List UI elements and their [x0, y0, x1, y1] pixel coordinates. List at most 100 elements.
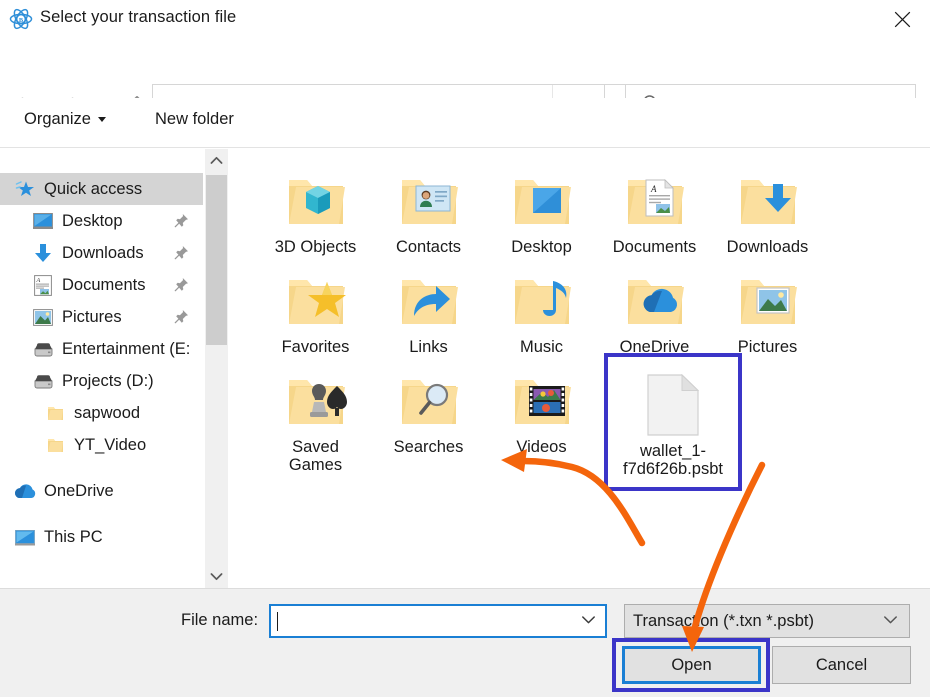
file-item-label: Searches	[393, 437, 464, 456]
file-item-label: wallet_1-f7d6f26b.psbt	[623, 441, 723, 479]
folder-icon	[44, 434, 66, 456]
file-item-label: Favorites	[281, 337, 350, 356]
chevron-down-icon	[582, 616, 595, 624]
atom-bitcoin-icon: B	[9, 7, 33, 31]
pin-icon[interactable]	[174, 277, 189, 297]
sidebar-item-label: Documents	[62, 275, 146, 294]
file-item[interactable]: 3D Objects	[259, 157, 372, 257]
file-item-label: Downloads	[726, 238, 809, 256]
filename-dropdown-icon[interactable]	[581, 612, 596, 630]
file-type-filter-dropdown[interactable]: Transaction (*.txn *.psbt)	[624, 604, 910, 638]
pin-icon[interactable]	[174, 309, 189, 329]
sidebar-item-downloads[interactable]: Downloads	[0, 237, 203, 269]
file-item-label: Links	[409, 337, 448, 356]
sidebar-item-label: YT_Video	[74, 435, 147, 454]
new-folder-button[interactable]: New folder	[155, 110, 234, 129]
file-item[interactable]: Downloads	[711, 157, 824, 257]
folder-3d-objects-icon	[279, 169, 353, 233]
file-item[interactable]: Pictures	[711, 257, 824, 357]
file-picker-dialog: B Select your transaction file Organize …	[0, 0, 930, 697]
sidebar-item-label: This PC	[44, 527, 103, 546]
text-cursor	[277, 611, 278, 631]
sidebar-item-label: OneDrive	[44, 481, 114, 500]
picture-icon	[32, 306, 54, 328]
folder-searches-icon	[392, 369, 466, 433]
file-item[interactable]: Favorites	[259, 257, 372, 357]
folder-onedrive-icon	[618, 269, 692, 333]
file-item-label: Saved Games	[288, 437, 343, 475]
file-item[interactable]: Music	[485, 257, 598, 357]
file-item[interactable]: Saved Games	[259, 357, 372, 492]
svg-text:A: A	[36, 278, 41, 284]
file-list-pane[interactable]: 3D Objects Contacts Desktop A Documents Downl…	[229, 149, 930, 588]
file-item[interactable]: Contacts	[372, 157, 485, 257]
navigation-sidebar[interactable]: Quick access Desktop Downloads A Documents Pi…	[0, 149, 203, 588]
scrollbar-thumb[interactable]	[206, 175, 227, 345]
file-item[interactable]: Searches	[372, 357, 485, 492]
sidebar-item-label: Desktop	[62, 211, 123, 230]
file-type-filter-value: Transaction (*.txn *.psbt)	[633, 611, 814, 630]
organize-label: Organize	[24, 110, 91, 128]
chevron-down-icon	[210, 573, 223, 581]
file-item-selected[interactable]: wallet_1-f7d6f26b.psbt	[604, 352, 742, 492]
blank-file-icon	[636, 373, 710, 437]
file-item-label: Videos	[516, 437, 567, 456]
sidebar-scrollbar[interactable]	[205, 149, 228, 588]
page-title: Select your transaction file	[40, 8, 237, 26]
file-grid: 3D Objects Contacts Desktop A Documents Downl…	[229, 149, 930, 492]
sidebar-item-yt-video[interactable]: YT_Video	[0, 429, 203, 461]
caret-down-icon	[97, 117, 106, 122]
document-icon: A	[32, 274, 54, 296]
sidebar-item-sapwood[interactable]: sapwood	[0, 397, 203, 429]
file-item-label: Contacts	[395, 238, 462, 256]
open-button-label: Open	[671, 655, 712, 674]
file-item[interactable]: OneDrive	[598, 257, 711, 357]
sidebar-item-desktop[interactable]: Desktop	[0, 205, 203, 237]
sidebar-item-label: Entertainment (E:	[62, 339, 191, 358]
cancel-button[interactable]: Cancel	[772, 646, 911, 684]
close-icon	[894, 11, 910, 27]
scroll-up-button[interactable]	[205, 149, 228, 172]
scroll-down-button[interactable]	[205, 565, 228, 588]
file-item[interactable]: A Documents	[598, 157, 711, 257]
drive-icon	[32, 370, 54, 392]
sidebar-item-entertainment-e[interactable]: Entertainment (E:	[0, 333, 203, 365]
filename-input[interactable]	[269, 604, 607, 638]
sidebar-item-this-pc[interactable]: This PC	[0, 521, 203, 553]
folder-videos-icon	[505, 369, 579, 433]
open-button[interactable]: Open	[622, 646, 761, 684]
close-button[interactable]	[874, 0, 930, 38]
onedrive-icon	[14, 480, 36, 502]
title-bar: B Select your transaction file	[0, 0, 930, 38]
file-item-label: 3D Objects	[274, 238, 357, 256]
sidebar-item-quick-access[interactable]: Quick access	[0, 173, 203, 205]
sidebar-item-label: Pictures	[62, 307, 122, 326]
folder-desktop-icon	[505, 169, 579, 233]
sidebar-item-documents[interactable]: A Documents	[0, 269, 203, 301]
svg-text:B: B	[19, 17, 24, 24]
file-item[interactable]: Links	[372, 257, 485, 357]
folder-saved-games-icon	[279, 369, 353, 433]
file-item-label: Music	[519, 337, 564, 356]
file-item[interactable]: Desktop	[485, 157, 598, 257]
svg-text:A: A	[650, 184, 657, 194]
file-item[interactable]: Videos	[485, 357, 598, 492]
sidebar-item-onedrive[interactable]: OneDrive	[0, 475, 203, 507]
sidebar-item-label: Downloads	[62, 243, 144, 262]
folder-links-icon	[392, 269, 466, 333]
organize-button[interactable]: Organize	[24, 110, 106, 129]
folder-music-icon	[505, 269, 579, 333]
pin-icon[interactable]	[174, 245, 189, 265]
folder-pictures-icon	[731, 269, 805, 333]
desktop-icon	[32, 210, 54, 232]
file-item-label: Documents	[612, 238, 697, 256]
sidebar-item-label: Quick access	[44, 179, 143, 198]
filter-dropdown-icon	[883, 612, 898, 630]
folder-downloads-icon	[731, 169, 805, 233]
sidebar-item-projects-d[interactable]: Projects (D:)	[0, 365, 203, 397]
pin-icon[interactable]	[174, 213, 189, 233]
cancel-button-label: Cancel	[815, 655, 868, 674]
sidebar-item-pictures[interactable]: Pictures	[0, 301, 203, 333]
navigation-bar: demo › Search demo	[0, 38, 930, 128]
drive-icon	[32, 338, 54, 360]
